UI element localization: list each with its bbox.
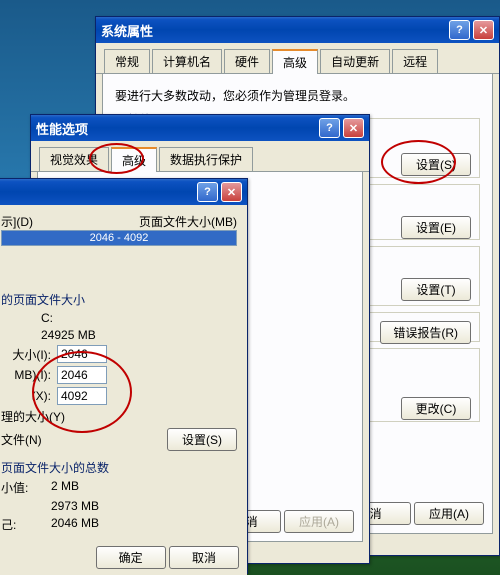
current-label: 己: — [1, 516, 51, 533]
min-value: 2 MB — [51, 479, 79, 496]
apply-button[interactable]: 应用(A) — [414, 502, 484, 525]
totals-heading: 页面文件大小的总数 — [1, 459, 237, 476]
cancel-button[interactable]: 取消 — [169, 546, 239, 569]
error-report-button[interactable]: 错误报告(R) — [380, 321, 471, 344]
system-managed-label: 理的大小(Y) — [1, 408, 237, 425]
apply-button[interactable]: 应用(A) — [284, 510, 354, 533]
mem-settings-button[interactable]: 设置(T) — [401, 278, 471, 301]
tab-advanced[interactable]: 高级 — [111, 147, 157, 172]
drive-listbox[interactable]: 2046 - 4092 — [1, 230, 237, 246]
initial-size-input-2[interactable] — [57, 366, 107, 384]
perf-settings-button[interactable]: 设置(S) — [401, 153, 471, 176]
window-title: 系统属性 — [101, 21, 446, 40]
min-label: 小值: — [1, 479, 51, 496]
mb-label: MB)(I): — [1, 368, 51, 382]
tab-hardware[interactable]: 硬件 — [224, 49, 270, 73]
sched-settings-button[interactable]: 设置(E) — [401, 216, 471, 239]
virtual-memory-window: ? ✕ 示](D) 页面文件大小(MB) 2046 - 4092 的页面文件大小… — [0, 178, 248, 574]
titlebar: ? ✕ — [0, 179, 247, 205]
tab-advanced[interactable]: 高级 — [272, 49, 318, 74]
tab-computer-name[interactable]: 计算机名 — [152, 49, 222, 73]
help-icon[interactable]: ? — [319, 118, 340, 138]
close-icon[interactable]: ✕ — [473, 20, 494, 40]
drive-label: C: — [1, 311, 237, 325]
help-icon[interactable]: ? — [197, 182, 218, 202]
window-title: 性能选项 — [36, 119, 316, 138]
tab-updates[interactable]: 自动更新 — [320, 49, 390, 73]
custom-size-label: 大小(I): — [1, 346, 51, 363]
initial-size-input[interactable] — [57, 345, 107, 363]
tab-dep[interactable]: 数据执行保护 — [159, 147, 253, 171]
titlebar: 系统属性 ? ✕ — [96, 17, 499, 43]
close-icon[interactable]: ✕ — [343, 118, 364, 138]
tabstrip: 常规 计算机名 硬件 高级 自动更新 远程 — [96, 43, 499, 74]
drive-header: 示](D) — [1, 213, 139, 230]
tab-general[interactable]: 常规 — [104, 49, 150, 73]
close-icon[interactable]: ✕ — [221, 182, 242, 202]
titlebar: 性能选项 ? ✕ — [31, 115, 369, 141]
tab-visual[interactable]: 视觉效果 — [39, 147, 109, 171]
max-label: (X): — [1, 389, 51, 403]
dialog-body: 示](D) 页面文件大小(MB) 2046 - 4092 的页面文件大小 C: … — [0, 205, 247, 575]
tabstrip: 视觉效果 高级 数据执行保护 — [31, 141, 369, 172]
recommended-value: 2973 MB — [51, 499, 99, 513]
help-icon[interactable]: ? — [449, 20, 470, 40]
selected-drive-row[interactable]: 2046 - 4092 — [2, 231, 236, 245]
paging-header: 页面文件大小(MB) — [139, 213, 237, 230]
admin-note: 要进行大多数改动，您必须作为管理员登录。 — [115, 87, 480, 104]
tab-remote[interactable]: 远程 — [392, 49, 438, 73]
ok-button[interactable]: 确定 — [96, 546, 166, 569]
set-button[interactable]: 设置(S) — [167, 428, 237, 451]
no-paging-label: 文件(N) — [1, 431, 167, 448]
available-space: 24925 MB — [1, 328, 237, 342]
max-size-input[interactable] — [57, 387, 107, 405]
change-button[interactable]: 更改(C) — [401, 397, 471, 420]
current-value: 2046 MB — [51, 516, 99, 533]
size-heading: 的页面文件大小 — [1, 291, 237, 308]
